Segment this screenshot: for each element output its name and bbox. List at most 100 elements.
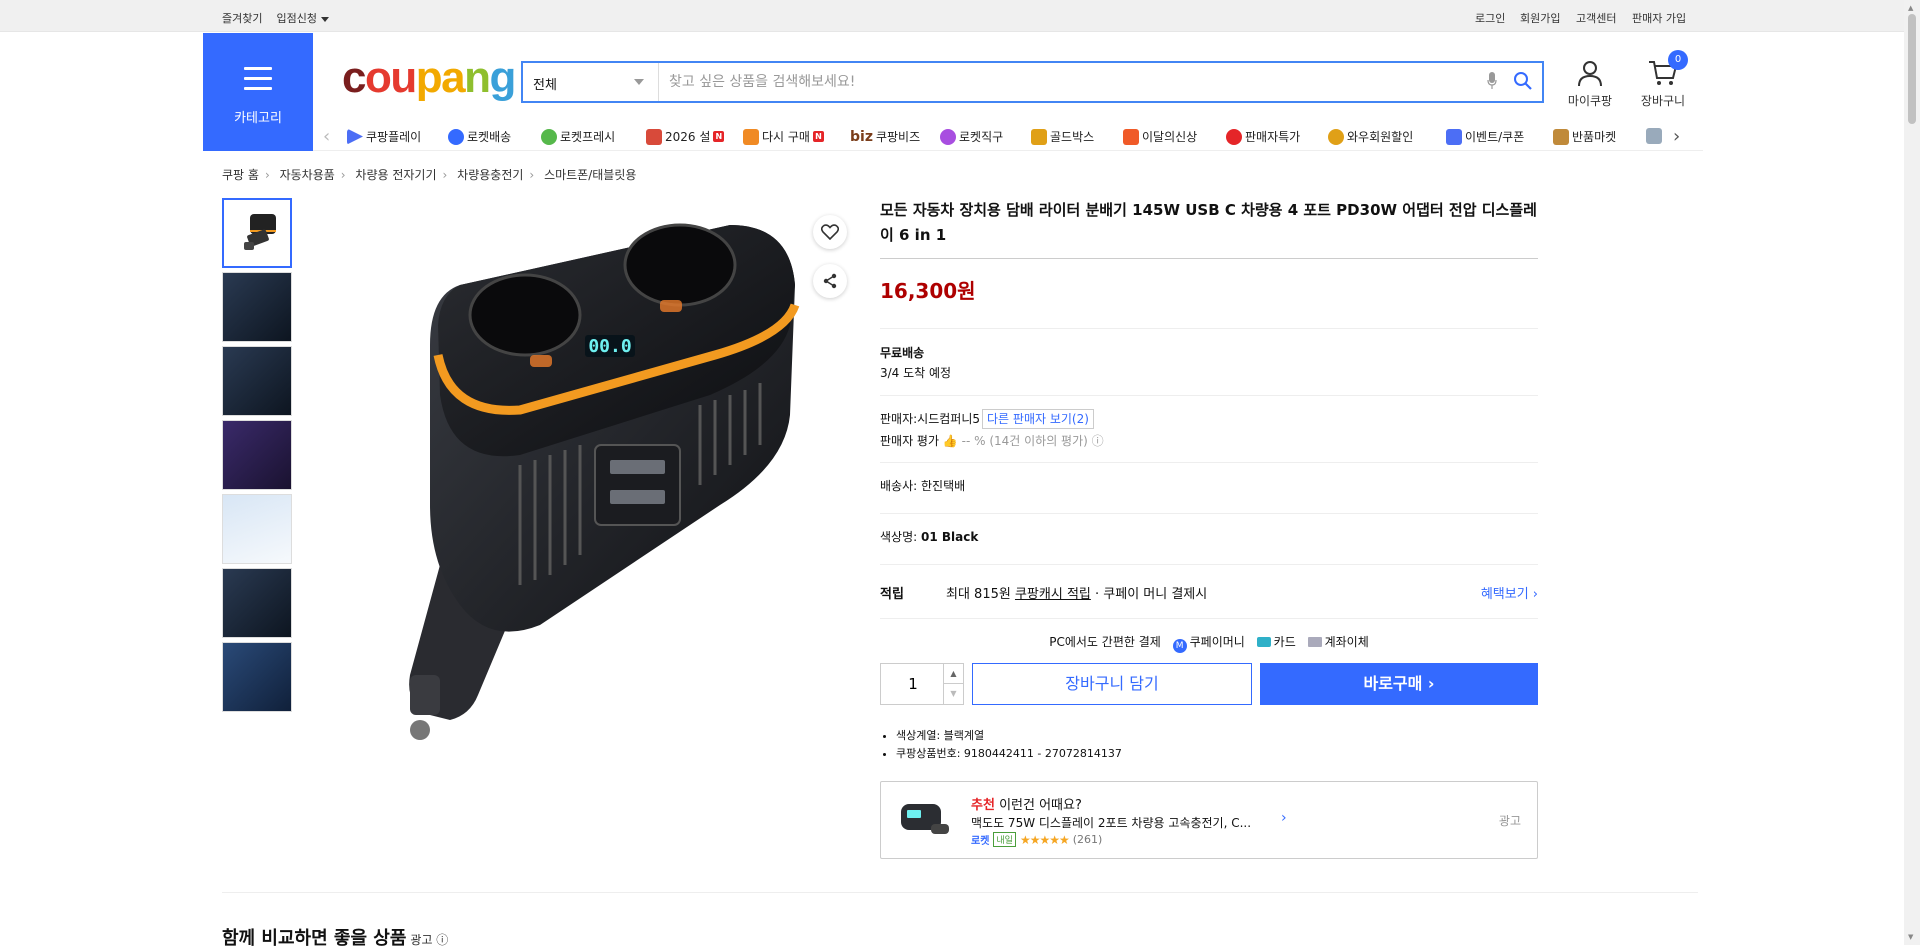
- nav-item-goldbox[interactable]: 골드박스: [1031, 128, 1094, 145]
- market-icon: [1553, 128, 1569, 145]
- nav-next-icon[interactable]: ›: [1673, 126, 1680, 147]
- breadcrumb-item[interactable]: 차량용충전기: [457, 168, 523, 182]
- logo-part: g: [489, 53, 517, 102]
- login-link[interactable]: 로그인: [1475, 10, 1505, 26]
- nav-item-2026-seol[interactable]: 2026 설N: [646, 128, 725, 145]
- nav-label: 2026 설: [665, 130, 711, 144]
- join-seller-link[interactable]: 입점신청: [276, 10, 329, 26]
- nav-label: 이달의신상: [1142, 130, 1198, 144]
- benefit-more-link[interactable]: 혜택보기 ›: [1481, 583, 1538, 602]
- category-menu-button[interactable]: 카테고리: [203, 33, 313, 151]
- wishlist-button[interactable]: [813, 215, 847, 249]
- purchase-row: ▲ ▼ 장바구니 담기 바로구매 ›: [880, 663, 1538, 707]
- product-price: 16,300원: [880, 275, 1538, 329]
- nav-item-rocket-delivery[interactable]: 로켓배송: [448, 128, 511, 145]
- nav-item-rebuy[interactable]: 다시 구매 N: [743, 128, 824, 145]
- more-category-icon: [1646, 128, 1662, 144]
- hamburger-icon: [244, 67, 272, 97]
- pay-coupay: 쿠페이머니: [1189, 635, 1245, 649]
- seller-label: 판매자:: [880, 412, 918, 426]
- gift-icon: [646, 128, 662, 145]
- coupang-cash-link[interactable]: 쿠팡캐시 적립: [1015, 587, 1091, 602]
- breadcrumb-item[interactable]: 스마트폰/태블릿용: [544, 168, 636, 182]
- info-icon[interactable]: ⓘ: [1092, 434, 1104, 448]
- recommend-card[interactable]: 추천 이런건 어때요? 맥도도 75W 디스플레이 2포트 차량용 고속충전기,…: [880, 781, 1538, 859]
- benefit-condition: · 쿠페이 머니 결제시: [1095, 587, 1208, 602]
- thumbnail-image[interactable]: [222, 272, 292, 342]
- nav-prev-icon[interactable]: ‹: [323, 126, 330, 147]
- quantity-decrease-icon[interactable]: ▼: [943, 684, 963, 704]
- seller-info: 판매자:시드컴퍼니5 다른 판매자 보기(2) 판매자 평가 👍 -- % (14…: [880, 396, 1538, 463]
- thumbnail-image[interactable]: [222, 420, 292, 490]
- breadcrumb-item[interactable]: 쿠팡 홈: [222, 168, 259, 182]
- thumbnail-image[interactable]: [222, 642, 292, 712]
- nav-item-monthly-new[interactable]: 이달의신상: [1123, 128, 1197, 145]
- breadcrumb-item[interactable]: 차량용 전자기기: [355, 168, 436, 182]
- seller-rating-value: -- % (14건 이하의 평가): [961, 434, 1088, 448]
- nav-label: 이벤트/쿠폰: [1465, 130, 1525, 144]
- benefit-amount: 최대 815원: [946, 587, 1011, 602]
- nav-label: 와우회원할인: [1347, 130, 1414, 144]
- review-count: (261): [1072, 833, 1103, 846]
- tomorrow-badge: 내일: [993, 832, 1016, 847]
- nav-label: 쿠팡플레이: [366, 130, 422, 144]
- pay-card: 카드: [1273, 635, 1296, 649]
- cart-button[interactable]: 장바구니: [1628, 58, 1698, 109]
- home-icon: [743, 128, 759, 145]
- nav-item-rocket-direct[interactable]: 로켓직구: [940, 128, 1003, 145]
- color-row: 색상명: 01 Black: [880, 514, 1538, 565]
- quantity-increase-icon[interactable]: ▲: [943, 664, 963, 684]
- buy-now-button[interactable]: 바로구매 ›: [1260, 663, 1538, 705]
- nav-item-wow-discount[interactable]: 와우회원할인: [1328, 128, 1413, 145]
- search-input[interactable]: [669, 69, 1469, 95]
- courier-label: 배송사:: [880, 479, 918, 493]
- my-coupang-button[interactable]: 마이쿠팡: [1555, 58, 1625, 109]
- nav-item-rocket-fresh[interactable]: 로켓프레시: [541, 128, 615, 145]
- scrollbar-thumb[interactable]: [1908, 14, 1916, 124]
- quantity-stepper: ▲ ▼: [880, 663, 964, 705]
- color-label: 색상명:: [880, 530, 918, 544]
- spec-product-id: 쿠팡상품번호: 9180442411 - 27072814137: [896, 745, 1538, 763]
- courier-value: 한진택배: [921, 479, 966, 493]
- thumbnail-image[interactable]: [222, 198, 292, 268]
- nav-label: 판매자특가: [1245, 130, 1301, 144]
- coupang-logo[interactable]: coupang: [342, 53, 517, 102]
- share-button[interactable]: [813, 264, 847, 298]
- quantity-input[interactable]: [881, 664, 945, 704]
- thumbnail-image[interactable]: [222, 346, 292, 416]
- nav-item-event-coupon[interactable]: 이벤트/쿠폰: [1446, 128, 1524, 145]
- breadcrumb-item[interactable]: 자동차용품: [280, 168, 335, 182]
- scroll-up-icon[interactable]: ▲: [1908, 4, 1913, 12]
- rocket-icon: [448, 128, 464, 145]
- nav-item-coupang-biz[interactable]: biz 쿠팡비즈: [850, 128, 920, 145]
- nav-item-coupang-play[interactable]: 쿠팡플레이: [347, 128, 421, 145]
- user-icon: [1578, 61, 1602, 87]
- signup-link[interactable]: 회원가입: [1520, 10, 1560, 26]
- compare-title: 함께 비교하면 좋을 상품: [222, 928, 407, 949]
- thumbnail-image[interactable]: [222, 568, 292, 638]
- nav-item-return-market[interactable]: 반품마켓: [1553, 128, 1616, 145]
- rocket-fresh-icon: [541, 128, 557, 145]
- page-scrollbar[interactable]: ▲ ▼: [1904, 0, 1920, 945]
- recommend-product-name: 맥도도 75W 디스플레이 2포트 차량용 고속충전기, C...: [971, 816, 1252, 830]
- pay-bank: 계좌이체: [1324, 635, 1369, 649]
- other-sellers-button[interactable]: 다른 판매자 보기(2): [982, 409, 1094, 429]
- search-icon[interactable]: [1513, 71, 1533, 91]
- nav-item-seller-deal[interactable]: 판매자특가: [1226, 128, 1300, 145]
- microphone-icon[interactable]: [1487, 72, 1497, 90]
- bookmark-link[interactable]: 즐겨찾기: [222, 10, 262, 26]
- breadcrumb: 쿠팡 홈 › 자동차용품 › 차량용 전자기기 › 차량용충전기 › 스마트폰/태블릿용: [222, 166, 636, 183]
- bag-icon: [1123, 128, 1139, 145]
- seller-signup-link[interactable]: 판매자 가입: [1632, 10, 1686, 26]
- add-to-cart-button[interactable]: 장바구니 담기: [972, 663, 1252, 705]
- caret-down-icon: [320, 16, 329, 22]
- shipping-info: 무료배송 3/4 도착 예정: [880, 329, 1538, 396]
- search-category-select[interactable]: 전체: [523, 63, 659, 101]
- biz-logo: biz: [850, 128, 873, 145]
- arrival-date: 3/4 도착 예정: [880, 366, 952, 380]
- scroll-down-icon[interactable]: ▼: [1908, 933, 1913, 941]
- play-icon: [347, 128, 363, 145]
- ad-label: 광고: [1498, 814, 1521, 828]
- customer-center-link[interactable]: 고객센터: [1576, 10, 1616, 26]
- thumbnail-image[interactable]: [222, 494, 292, 564]
